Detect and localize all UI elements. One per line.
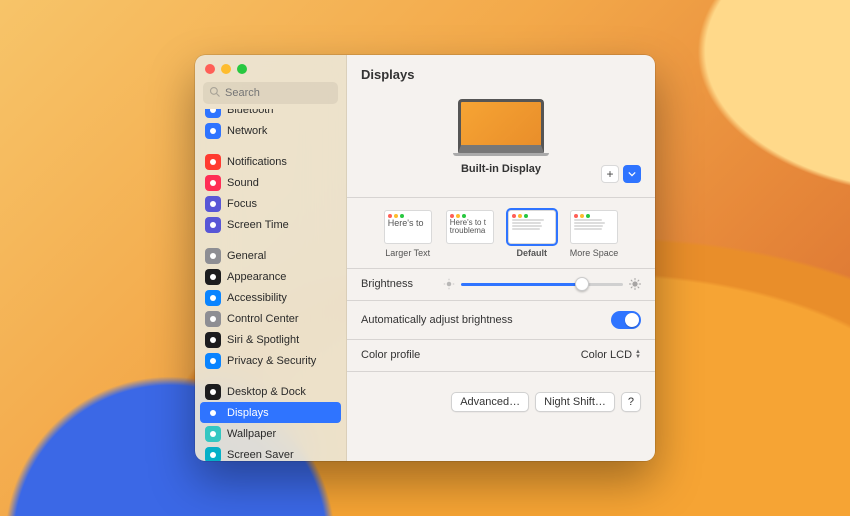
sun-small-icon [443, 278, 455, 290]
sidebar-item-label: Notifications [227, 156, 287, 168]
page-title: Displays [347, 55, 655, 93]
sidebar-item-desktop-dock[interactable]: Desktop & Dock [195, 381, 346, 402]
accessibility-icon [205, 290, 221, 306]
footer-buttons: Advanced… Night Shift… ? [361, 372, 641, 412]
search-input[interactable] [203, 82, 338, 104]
minimize-icon[interactable] [221, 64, 231, 74]
bell-icon [205, 154, 221, 170]
sidebar-item-privacy-security[interactable]: Privacy & Security [195, 350, 346, 371]
laptop-icon [458, 99, 544, 153]
sidebar-item-label: Accessibility [227, 292, 287, 304]
color-profile-label: Color profile [361, 349, 420, 361]
brightness-slider[interactable] [461, 283, 623, 286]
slider-knob[interactable] [575, 277, 589, 291]
moon-icon [205, 196, 221, 212]
sidebar-item-label: General [227, 250, 266, 262]
sidebar-item-label: Wallpaper [227, 428, 276, 440]
content: Built-in Display + Here's toLarger TextH… [347, 93, 655, 461]
scale-thumb: Here's to [384, 210, 432, 244]
sidebar-item-label: Sound [227, 177, 259, 189]
sidebar-item-label: Privacy & Security [227, 355, 316, 367]
scale-thumb [508, 210, 556, 244]
sidebar-item-general[interactable]: General [195, 245, 346, 266]
color-profile-row[interactable]: Color profile Color LCD ▲▼ [361, 339, 641, 371]
scale-label: Default [516, 248, 547, 258]
hand-icon [205, 353, 221, 369]
scale-option[interactable]: Here's to t troublema [446, 210, 494, 258]
gear-icon [205, 248, 221, 264]
sidebar-item-control-center[interactable]: Control Center [195, 308, 346, 329]
sidebar-item-bluetooth[interactable]: Bluetooth [195, 109, 346, 120]
add-display-button[interactable]: + [601, 165, 619, 183]
appearance-icon [205, 269, 221, 285]
auto-brightness-toggle[interactable] [611, 311, 641, 329]
sidebar-item-appearance[interactable]: Appearance [195, 266, 346, 287]
sidebar-list: Bluetooth Network Notifications Sound Focus S… [195, 109, 346, 461]
brightness-label: Brightness [361, 278, 413, 290]
auto-brightness-row: Automatically adjust brightness [361, 301, 641, 339]
brightness-row: Brightness [361, 268, 641, 300]
sidebar-item-label: Screen Time [227, 219, 289, 231]
scale-option[interactable]: Default [508, 210, 556, 258]
globe-icon [205, 123, 221, 139]
window-controls [195, 55, 346, 74]
search-field[interactable] [203, 82, 338, 104]
sidebar-item-accessibility[interactable]: Accessibility [195, 287, 346, 308]
sidebar-item-label: Control Center [227, 313, 299, 325]
sidebar-item-sound[interactable]: Sound [195, 172, 346, 193]
screensaver-icon [205, 447, 221, 462]
scale-thumb: Here's to t troublema [446, 210, 494, 244]
bluetooth-icon [205, 109, 221, 118]
sidebar-item-label: Appearance [227, 271, 286, 283]
dock-icon [205, 384, 221, 400]
zoom-icon[interactable] [237, 64, 247, 74]
search-icon [209, 86, 221, 98]
system-settings-window: Bluetooth Network Notifications Sound Focus S… [195, 55, 655, 461]
speaker-icon [205, 175, 221, 191]
sidebar-item-label: Network [227, 125, 267, 137]
sidebar-item-focus[interactable]: Focus [195, 193, 346, 214]
photo-icon [205, 426, 221, 442]
main-panel: Displays Built-in Display + Here's to Lar… [347, 55, 655, 461]
sidebar-item-screen-time[interactable]: Screen Time [195, 214, 346, 235]
updown-icon: ▲▼ [635, 350, 641, 360]
close-icon[interactable] [205, 64, 215, 74]
display-name: Built-in Display [461, 163, 541, 175]
sidebar-item-label: Screen Saver [227, 449, 294, 461]
scale-label: Larger Text [385, 248, 430, 258]
sidebar-item-wallpaper[interactable]: Wallpaper [195, 423, 346, 444]
siri-icon [205, 332, 221, 348]
sidebar-item-screen-saver[interactable]: Screen Saver [195, 444, 346, 461]
sidebar-item-notifications[interactable]: Notifications [195, 151, 346, 172]
brightness-icon [205, 405, 221, 421]
sidebar-item-network[interactable]: Network [195, 120, 346, 141]
resolution-scales: Here's to Larger Text Here's to t troublem… [361, 198, 641, 268]
switches-icon [205, 311, 221, 327]
scale-option[interactable]: Here's to Larger Text [384, 210, 432, 258]
sidebar: Bluetooth Network Notifications Sound Focus S… [195, 55, 347, 461]
sidebar-item-label: Focus [227, 198, 257, 210]
scale-option[interactable]: More Space [570, 210, 619, 258]
sun-large-icon [629, 278, 641, 290]
display-options-button[interactable] [623, 165, 641, 183]
color-profile-value: Color LCD [581, 349, 632, 361]
sidebar-item-label: Siri & Spotlight [227, 334, 299, 346]
help-button[interactable]: ? [621, 392, 641, 412]
sidebar-item-displays[interactable]: Displays [200, 402, 341, 423]
sidebar-item-label: Displays [227, 407, 269, 419]
sidebar-item-label: Desktop & Dock [227, 386, 306, 398]
sidebar-item-siri-spotlight[interactable]: Siri & Spotlight [195, 329, 346, 350]
advanced-button[interactable]: Advanced… [451, 392, 529, 412]
scale-label: More Space [570, 248, 619, 258]
sidebar-item-label: Bluetooth [227, 109, 273, 116]
night-shift-button[interactable]: Night Shift… [535, 392, 615, 412]
auto-brightness-label: Automatically adjust brightness [361, 314, 513, 326]
scale-thumb [570, 210, 618, 244]
chevron-down-icon [628, 170, 636, 178]
color-profile-select[interactable]: Color LCD ▲▼ [581, 349, 641, 361]
hourglass-icon [205, 217, 221, 233]
